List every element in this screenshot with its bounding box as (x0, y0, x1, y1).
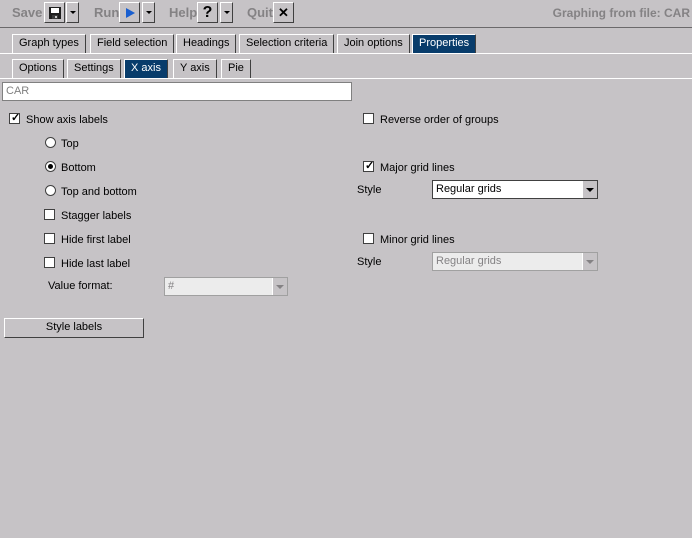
major-style-value: Regular grids (436, 183, 502, 195)
chevron-down-icon (223, 11, 230, 14)
sub-tab-bar: Options Settings X axis Y axis Pie (0, 56, 692, 79)
hide-last-label-label: Hide last label (61, 258, 131, 270)
position-bottom-radio[interactable] (45, 161, 56, 172)
minor-style-select[interactable]: Regular grids (432, 252, 598, 271)
tab-join-options[interactable]: Join options (337, 34, 410, 53)
position-top-radio[interactable] (45, 137, 56, 148)
style-labels-button[interactable]: Style labels (4, 318, 144, 338)
value-format-value: # (168, 280, 175, 292)
quit-button[interactable]: ✕ (273, 2, 294, 23)
position-top-and-bottom-label: Top and bottom (61, 186, 137, 198)
value-format-select[interactable]: # (164, 277, 288, 296)
major-grid-lines-checkbox[interactable]: ✓ (363, 160, 375, 172)
reverse-order-checkbox[interactable] (363, 113, 374, 124)
tab-headings[interactable]: Headings (176, 34, 237, 53)
minor-grid-lines-label: Minor grid lines (380, 234, 455, 246)
position-top-and-bottom-radio[interactable] (45, 185, 56, 196)
tab-options[interactable]: Options (12, 59, 64, 78)
tab-pie[interactable]: Pie (221, 59, 251, 78)
reverse-order-label: Reverse order of groups (380, 114, 499, 126)
stagger-labels-checkbox[interactable] (44, 209, 55, 220)
value-format-label: Value format: (48, 280, 113, 292)
chevron-down-icon (272, 278, 287, 295)
checkmark-icon: ✓ (11, 112, 21, 124)
run-label[interactable]: Run (94, 5, 119, 20)
help-dropdown-button[interactable] (220, 2, 233, 23)
show-axis-labels-label: Show axis labels (26, 114, 108, 126)
help-button[interactable]: ? (197, 2, 218, 23)
minor-grid-lines-checkbox[interactable] (363, 233, 374, 244)
hide-last-label-checkbox[interactable] (44, 257, 55, 268)
chevron-down-icon (582, 253, 597, 270)
axis-field-input[interactable]: CAR (2, 82, 352, 101)
chevron-down-icon (69, 11, 76, 14)
checkmark-icon: ✓ (365, 160, 375, 172)
show-axis-labels-checkbox[interactable]: ✓ (9, 112, 21, 124)
tab-x-axis[interactable]: X axis (124, 59, 168, 78)
close-icon: ✕ (278, 4, 289, 20)
stagger-labels-label: Stagger labels (61, 210, 132, 222)
toolbar: Save Run Help ? Quit ✕ Graphing from fil… (0, 0, 692, 28)
minor-style-label: Style (357, 256, 382, 268)
run-dropdown-button[interactable] (142, 2, 155, 23)
tab-field-selection[interactable]: Field selection (90, 34, 175, 53)
window-title: Graphing from file: CAR (552, 6, 690, 20)
major-grid-lines-label: Major grid lines (380, 162, 455, 174)
tab-graph-types[interactable]: Graph types (12, 34, 86, 53)
radio-dot-icon (48, 164, 53, 169)
hide-first-label-checkbox[interactable] (44, 233, 55, 244)
tab-selection-criteria[interactable]: Selection criteria (239, 34, 335, 53)
save-button[interactable] (44, 2, 65, 23)
tab-y-axis[interactable]: Y axis (173, 59, 217, 78)
chevron-down-icon (582, 181, 597, 198)
major-style-label: Style (357, 184, 382, 196)
main-tab-bar: Graph types Field selection Headings Sel… (0, 31, 692, 54)
quit-label[interactable]: Quit (247, 5, 273, 20)
save-label[interactable]: Save (12, 5, 42, 20)
tab-properties[interactable]: Properties (412, 34, 477, 53)
position-bottom-label: Bottom (61, 162, 96, 174)
floppy-disk-icon (48, 6, 61, 19)
hide-first-label-label: Hide first label (61, 234, 131, 246)
question-mark-icon: ? (202, 3, 213, 21)
major-style-select[interactable]: Regular grids (432, 180, 598, 199)
chevron-down-icon (145, 11, 152, 14)
play-icon (125, 7, 135, 18)
position-top-label: Top (61, 138, 79, 150)
minor-style-value: Regular grids (436, 255, 502, 267)
tab-settings[interactable]: Settings (67, 59, 121, 78)
save-dropdown-button[interactable] (66, 2, 79, 23)
help-label[interactable]: Help (169, 5, 197, 20)
run-button[interactable] (119, 2, 140, 23)
